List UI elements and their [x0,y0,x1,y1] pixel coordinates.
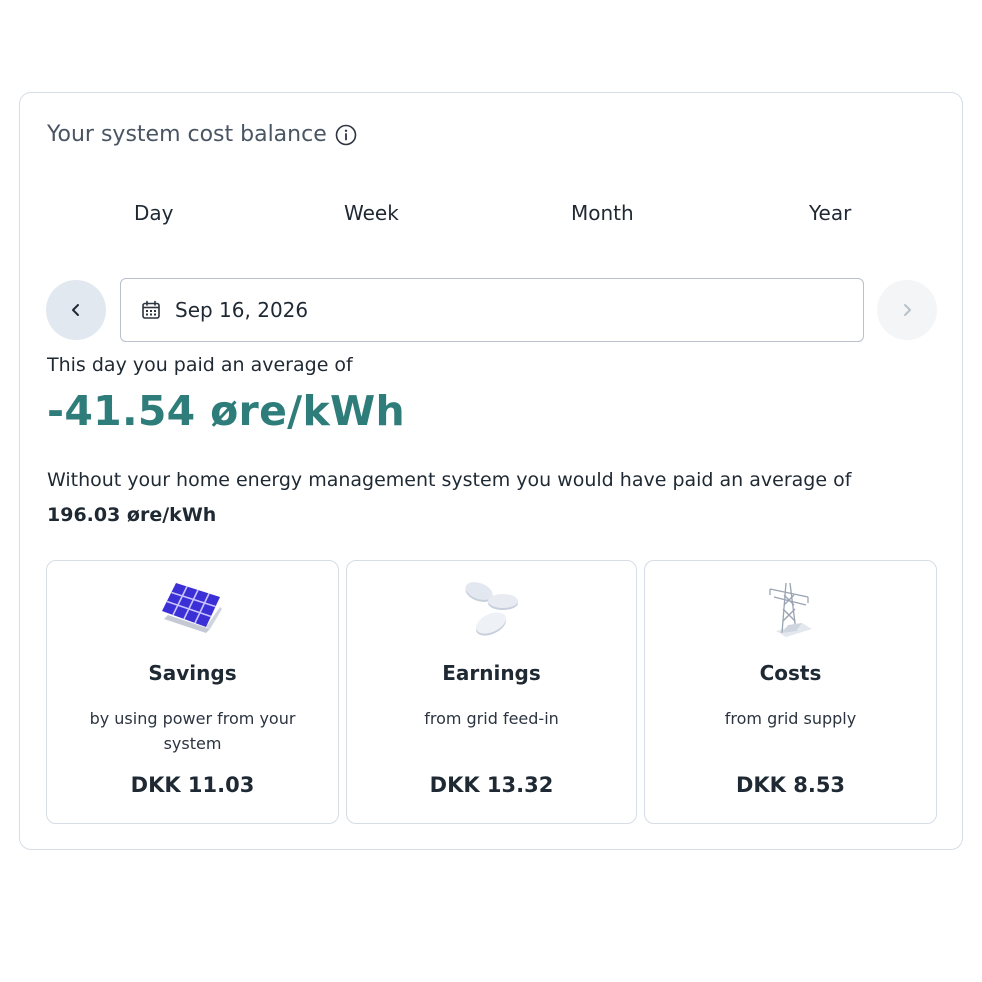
earnings-amount: DKK 13.32 [429,773,554,797]
tab-year[interactable]: Year [809,201,851,225]
next-period-button[interactable] [877,280,937,340]
paid-average-label: This day you paid an average of [47,354,353,376]
costs-subtitle: from grid supply [724,709,857,728]
savings-tile: Savings by using power from your system … [46,560,339,824]
without-system-value: 196.03 øre/kWh [47,504,217,526]
savings-subtitle: by using power from your system [89,709,296,753]
savings-title: Savings [148,661,237,685]
earnings-tile: Earnings from grid feed-in DKK 13.32 [346,560,637,824]
chevron-left-icon [72,304,79,316]
calendar-icon [142,300,160,319]
chevron-right-icon [904,304,911,316]
tab-day[interactable]: Day [134,201,174,225]
earnings-subtitle: from grid feed-in [424,709,559,728]
previous-period-button[interactable] [46,280,106,340]
coins-icon [465,582,518,636]
paid-average-value: -41.54 øre/kWh [47,387,406,435]
costs-title: Costs [759,661,822,685]
tab-month[interactable]: Month [571,201,634,225]
card-title: Your system cost balance [47,122,327,147]
info-icon[interactable] [335,124,357,146]
period-tabs: Day Week Month Year [20,201,964,229]
solar-panel-icon [161,583,222,633]
costs-amount: DKK 8.53 [735,773,846,797]
without-system-label: Without your home energy management syst… [47,469,852,491]
date-value: Sep 16, 2026 [175,298,309,322]
power-pylon-icon [768,582,812,637]
tab-week[interactable]: Week [344,201,399,225]
cost-balance-card: Your system cost balance Day Week Month … [19,92,963,850]
earnings-title: Earnings [442,661,541,685]
costs-tile: Costs from grid supply DKK 8.53 [644,560,937,824]
savings-amount: DKK 11.03 [130,773,255,797]
card-header: Your system cost balance [47,122,357,147]
date-picker-field[interactable]: Sep 16, 2026 [120,278,864,342]
